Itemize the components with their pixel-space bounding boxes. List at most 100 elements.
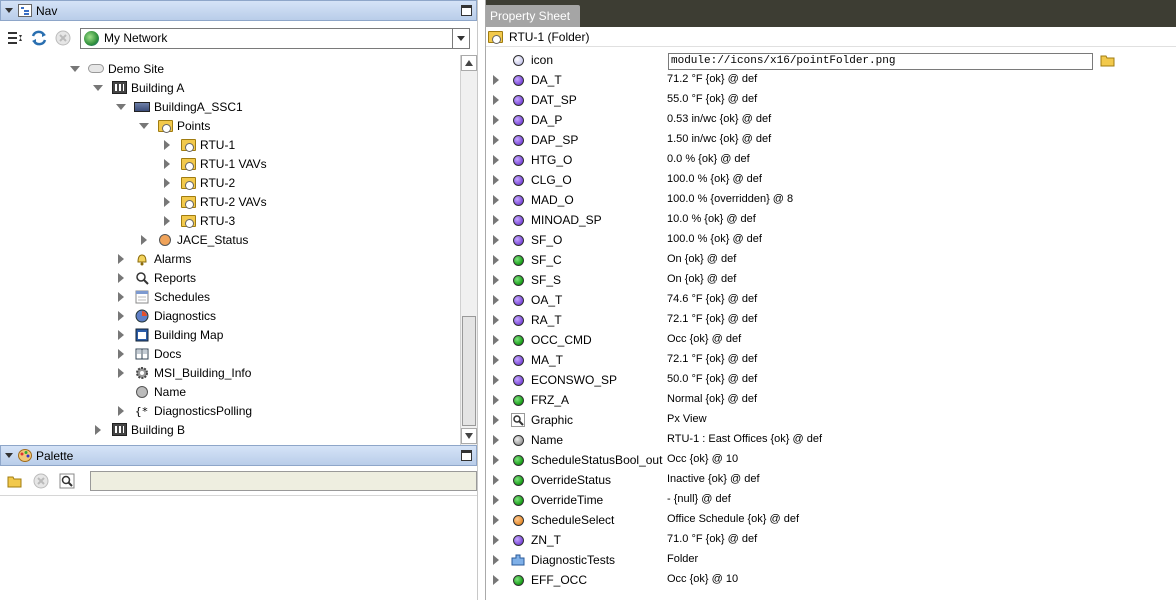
- expand-arrow-icon[interactable]: [491, 575, 501, 585]
- property-row[interactable]: DAP_SP 1.50 in/wc {ok} @ def: [486, 130, 1176, 150]
- open-folder-icon[interactable]: [6, 472, 24, 490]
- collapsed-arrow-icon[interactable]: [116, 349, 126, 359]
- tree-node[interactable]: Name: [116, 382, 186, 401]
- property-value[interactable]: 100.0 % {ok} @ def: [667, 173, 762, 185]
- collapsed-arrow-icon[interactable]: [116, 368, 126, 378]
- nav-tree-scrollbar[interactable]: [460, 55, 477, 445]
- chevron-down-icon[interactable]: [452, 28, 469, 48]
- expand-arrow-icon[interactable]: [491, 395, 501, 405]
- property-row[interactable]: OverrideTime - {null} @ def: [486, 490, 1176, 510]
- property-value[interactable]: 55.0 °F {ok} @ def: [667, 93, 757, 105]
- collapsed-arrow-icon[interactable]: [116, 254, 126, 264]
- property-value[interactable]: 50.0 °F {ok} @ def: [667, 373, 757, 385]
- tree-node[interactable]: Reports: [116, 268, 196, 287]
- collapsed-arrow-icon[interactable]: [162, 197, 172, 207]
- expand-arrow-icon[interactable]: [491, 195, 501, 205]
- collapsed-arrow-icon[interactable]: [93, 425, 103, 435]
- property-value[interactable]: Office Schedule {ok} @ def: [667, 513, 799, 525]
- property-value[interactable]: 72.1 °F {ok} @ def: [667, 313, 757, 325]
- expand-arrow-icon[interactable]: [491, 475, 501, 485]
- property-value[interactable]: 0.53 in/wc {ok} @ def: [667, 113, 771, 125]
- property-value[interactable]: Px View: [667, 413, 707, 425]
- tree-node[interactable]: RTU-1: [162, 135, 235, 154]
- property-row[interactable]: MINOAD_SP 10.0 % {ok} @ def: [486, 210, 1176, 230]
- tree-node[interactable]: MSI_Building_Info: [116, 363, 251, 382]
- collapsed-arrow-icon[interactable]: [116, 273, 126, 283]
- property-value[interactable]: Occ {ok} @ 10: [667, 573, 738, 585]
- property-row[interactable]: CLG_O 100.0 % {ok} @ def: [486, 170, 1176, 190]
- expand-arrow-icon[interactable]: [491, 295, 501, 305]
- expand-arrow-icon[interactable]: [491, 155, 501, 165]
- palette-maximize-button[interactable]: [461, 450, 472, 461]
- palette-search-input[interactable]: [89, 470, 477, 491]
- tree-node[interactable]: RTU-1 VAVs: [162, 154, 267, 173]
- property-value[interactable]: Normal {ok} @ def: [667, 393, 757, 405]
- property-value[interactable]: On {ok} @ def: [667, 273, 736, 285]
- property-value[interactable]: 10.0 % {ok} @ def: [667, 213, 756, 225]
- property-row[interactable]: FRZ_A Normal {ok} @ def: [486, 390, 1176, 410]
- property-row[interactable]: DiagnosticTests Folder: [486, 550, 1176, 570]
- expand-arrow-icon[interactable]: [491, 315, 501, 325]
- tree-node[interactable]: Demo Site: [70, 59, 164, 78]
- property-row[interactable]: DA_P 0.53 in/wc {ok} @ def: [486, 110, 1176, 130]
- property-row[interactable]: Graphic Px View: [486, 410, 1176, 430]
- expanded-arrow-icon[interactable]: [139, 121, 149, 131]
- search-icon[interactable]: [58, 472, 76, 490]
- property-value[interactable]: On {ok} @ def: [667, 253, 736, 265]
- close-disabled-icon[interactable]: [32, 472, 50, 490]
- tree-node[interactable]: BuildingA_SSC1: [116, 97, 243, 116]
- icon-path-input[interactable]: module://icons/x16/pointFolder.png: [668, 53, 1093, 70]
- property-row[interactable]: DAT_SP 55.0 °F {ok} @ def: [486, 90, 1176, 110]
- property-row[interactable]: SF_O 100.0 % {ok} @ def: [486, 230, 1176, 250]
- expand-arrow-icon[interactable]: [491, 255, 501, 265]
- property-row[interactable]: SF_C On {ok} @ def: [486, 250, 1176, 270]
- tree-node[interactable]: JACE_Status: [139, 230, 248, 249]
- scroll-down-button[interactable]: [461, 428, 477, 444]
- pane-splitter[interactable]: [477, 0, 486, 600]
- tree-node[interactable]: Building Map: [116, 325, 223, 344]
- nav-maximize-button[interactable]: [461, 5, 472, 16]
- property-value[interactable]: Folder: [667, 553, 698, 565]
- expand-arrow-icon[interactable]: [491, 535, 501, 545]
- tab-property-sheet[interactable]: Property Sheet: [486, 5, 580, 27]
- palette-menu-arrow-icon[interactable]: [5, 453, 13, 458]
- tree-node[interactable]: Docs: [116, 344, 181, 363]
- close-disabled-icon[interactable]: [54, 29, 72, 47]
- expand-arrow-icon[interactable]: [491, 455, 501, 465]
- expanded-arrow-icon[interactable]: [116, 102, 126, 112]
- property-row[interactable]: OCC_CMD Occ {ok} @ def: [486, 330, 1176, 350]
- property-row[interactable]: ZN_T 71.0 °F {ok} @ def: [486, 530, 1176, 550]
- property-value[interactable]: 74.6 °F {ok} @ def: [667, 293, 757, 305]
- property-value[interactable]: - {null} @ def: [667, 493, 731, 505]
- property-row[interactable]: RA_T 72.1 °F {ok} @ def: [486, 310, 1176, 330]
- expand-arrow-icon[interactable]: [491, 75, 501, 85]
- property-value[interactable]: 72.1 °F {ok} @ def: [667, 353, 757, 365]
- collapsed-arrow-icon[interactable]: [162, 159, 172, 169]
- tree-node[interactable]: Building A: [93, 78, 184, 97]
- tree-node[interactable]: Building B: [93, 420, 185, 439]
- tree-node[interactable]: RTU-3: [162, 211, 235, 230]
- collapsed-arrow-icon[interactable]: [116, 330, 126, 340]
- expand-arrow-icon[interactable]: [491, 115, 501, 125]
- property-value[interactable]: Inactive {ok} @ def: [667, 473, 760, 485]
- property-row[interactable]: OverrideStatus Inactive {ok} @ def: [486, 470, 1176, 490]
- property-value[interactable]: 71.2 °F {ok} @ def: [667, 73, 757, 85]
- collapsed-arrow-icon[interactable]: [116, 311, 126, 321]
- property-row[interactable]: ECONSWO_SP 50.0 °F {ok} @ def: [486, 370, 1176, 390]
- scroll-thumb[interactable]: [462, 316, 476, 426]
- property-value[interactable]: 71.0 °F {ok} @ def: [667, 533, 757, 545]
- property-row[interactable]: EFF_OCC Occ {ok} @ 10: [486, 570, 1176, 590]
- property-value[interactable]: 1.50 in/wc {ok} @ def: [667, 133, 771, 145]
- expand-arrow-icon[interactable]: [491, 415, 501, 425]
- expand-arrow-icon[interactable]: [491, 95, 501, 105]
- expand-arrow-icon[interactable]: [491, 135, 501, 145]
- collapsed-arrow-icon[interactable]: [139, 235, 149, 245]
- property-row[interactable]: HTG_O 0.0 % {ok} @ def: [486, 150, 1176, 170]
- tree-node[interactable]: RTU-2: [162, 173, 235, 192]
- tree-node[interactable]: RTU-2 VAVs: [162, 192, 267, 211]
- collapsed-arrow-icon[interactable]: [116, 406, 126, 416]
- collapsed-arrow-icon[interactable]: [116, 292, 126, 302]
- property-row[interactable]: Name RTU-1 : East Offices {ok} @ def: [486, 430, 1176, 450]
- expanded-arrow-icon[interactable]: [93, 83, 103, 93]
- expanded-arrow-icon[interactable]: [70, 64, 80, 74]
